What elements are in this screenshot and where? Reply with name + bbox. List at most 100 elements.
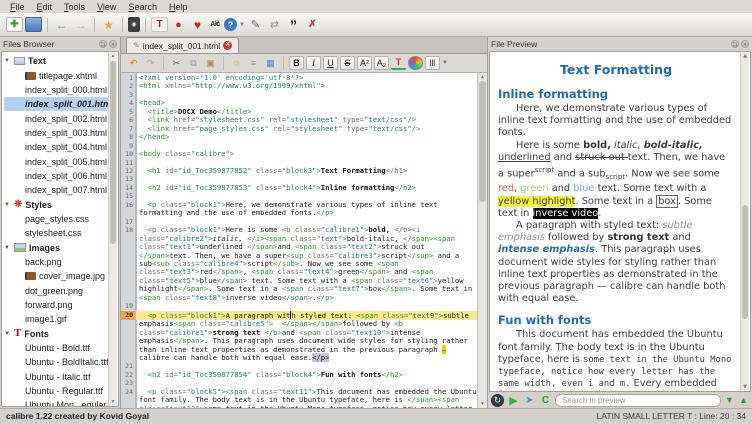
superscript-icon[interactable]: A² bbox=[357, 56, 372, 70]
file-item-stylesheet-css[interactable]: stylesheet.css bbox=[4, 226, 108, 240]
line-number: 3 bbox=[121, 91, 136, 99]
device-icon[interactable]: ◉ bbox=[128, 17, 140, 32]
donate-icon[interactable]: ♥ bbox=[189, 17, 206, 32]
scroll-up-icon[interactable]: ▲ bbox=[109, 53, 117, 59]
section-styles[interactable]: ▼❋Styles bbox=[4, 197, 108, 211]
redo-icon[interactable]: → bbox=[72, 17, 89, 32]
file-item-ubuntu-mon-egular-ttf[interactable]: Ubuntu Mon...egular.ttf bbox=[4, 398, 108, 407]
cut-icon[interactable]: ✂ bbox=[169, 56, 184, 70]
section-fonts[interactable]: ▼TFonts bbox=[4, 327, 108, 341]
dropdown-caret-icon[interactable]: ▼ bbox=[239, 22, 245, 28]
find-previous-icon[interactable]: ▲ bbox=[738, 394, 749, 407]
check-book-icon[interactable]: ● bbox=[170, 17, 187, 32]
file-item-ubuntu-regular-ttf[interactable]: Ubuntu - Regular.ttf bbox=[4, 384, 108, 398]
file-item-back-png[interactable]: back.png bbox=[4, 255, 108, 269]
line-number bbox=[121, 320, 136, 362]
code-text: <h2 id="id_Toc359877853" class="block4">… bbox=[136, 184, 478, 192]
menu-view[interactable]: View bbox=[91, 2, 122, 12]
background-color-icon[interactable] bbox=[408, 56, 423, 70]
file-item-index-split-005-html[interactable]: index_split_005.html bbox=[4, 154, 108, 168]
file-item-cover-image-jpg[interactable]: cover_image.jpg bbox=[4, 269, 108, 283]
file-item-ubuntu-bold-ttf[interactable]: Ubuntu - Bold.ttf bbox=[4, 341, 108, 355]
file-item-dot-green-png[interactable]: dot_green.png bbox=[4, 284, 108, 298]
insert-image-icon[interactable]: ▦ bbox=[263, 56, 278, 70]
section-images[interactable]: ▼Images bbox=[4, 240, 108, 254]
compare-icon[interactable]: ⇄ bbox=[266, 17, 283, 32]
file-item-index-split-003-html[interactable]: index_split_003.html bbox=[4, 126, 108, 140]
paste-icon[interactable]: ▣ bbox=[203, 56, 218, 70]
section-text[interactable]: ▼Text bbox=[4, 54, 108, 68]
special-char-icon[interactable]: ☺ bbox=[229, 56, 244, 70]
run-preview-icon[interactable]: ▶ bbox=[507, 394, 520, 407]
underline-icon[interactable]: U bbox=[323, 56, 338, 70]
file-item-image1-gif[interactable]: image1.gif bbox=[4, 312, 108, 326]
menu-file[interactable]: File bbox=[4, 2, 31, 12]
preview-paragraph: Here, we demonstrate various types of in… bbox=[498, 103, 734, 140]
file-item-titlepage-xhtml[interactable]: titlepage.xhtml bbox=[4, 68, 108, 82]
dropdown-caret-icon[interactable]: ▼ bbox=[442, 60, 448, 66]
collapse-triangle-icon[interactable]: ▼ bbox=[4, 245, 11, 251]
collapse-triangle-icon[interactable]: ▼ bbox=[4, 202, 11, 208]
insert-tag-icon[interactable]: ≡ bbox=[246, 56, 261, 70]
collapse-triangle-icon[interactable]: ▼ bbox=[4, 58, 11, 64]
refresh-preview-icon[interactable]: ↻ bbox=[491, 394, 504, 407]
code-line: emphasis<span class="calibre5"> </span><… bbox=[121, 320, 478, 362]
find-next-icon[interactable]: ▼ bbox=[724, 394, 735, 407]
scroll-down-icon[interactable]: ▼ bbox=[109, 399, 117, 405]
close-panel-icon[interactable]: ✕ bbox=[741, 40, 749, 48]
spellcheck-icon[interactable]: Ałč bbox=[208, 17, 222, 32]
text-color-icon[interactable]: T bbox=[391, 56, 406, 70]
file-item-page-styles-css[interactable]: page_styles.css bbox=[4, 212, 108, 226]
undo-edit-icon[interactable]: ↶ bbox=[126, 56, 141, 70]
change-case-icon[interactable]: Ⅲ bbox=[425, 56, 440, 70]
scroll-down-icon[interactable]: ▼ bbox=[478, 400, 487, 408]
subscript-icon[interactable]: A₂ bbox=[374, 56, 389, 70]
file-item-ubuntu-italic-ttf[interactable]: Ubuntu - Italic.ttf bbox=[4, 370, 108, 384]
collapse-triangle-icon[interactable]: ▼ bbox=[4, 331, 11, 337]
file-item-index-split-001-html[interactable]: index_split_001.html bbox=[4, 97, 108, 111]
remove-unused-css-icon[interactable]: ✗ bbox=[304, 17, 321, 32]
reload-preview-icon[interactable]: C bbox=[539, 394, 552, 407]
embed-fonts-icon[interactable]: T bbox=[151, 17, 168, 32]
tab-index-split-001[interactable]: ✎ index_split_001.html ✕ bbox=[126, 37, 239, 53]
fix-html-icon[interactable]: ★ bbox=[100, 17, 117, 32]
sync-preview-icon[interactable]: ➤ bbox=[523, 394, 536, 407]
undo-icon[interactable]: ← bbox=[53, 17, 70, 32]
file-item-index-split-006-html[interactable]: index_split_006.html bbox=[4, 169, 108, 183]
close-panel-icon[interactable]: ✕ bbox=[109, 40, 117, 48]
redo-edit-icon[interactable]: ↷ bbox=[143, 56, 158, 70]
preview-content: Text FormattingInline formattingHere, we… bbox=[489, 51, 751, 392]
preview-search-input[interactable] bbox=[555, 394, 721, 407]
menu-search[interactable]: Search bbox=[122, 2, 163, 12]
float-panel-icon[interactable]: ❏ bbox=[731, 40, 739, 48]
smarten-punctuation-icon[interactable]: ” bbox=[285, 17, 302, 32]
new-file-icon[interactable]: ✚ bbox=[6, 17, 23, 32]
float-panel-icon[interactable]: ❏ bbox=[99, 40, 107, 48]
editor-scrollbar[interactable]: ▲ ▼ bbox=[477, 73, 487, 408]
toolbar-separator bbox=[122, 18, 123, 32]
bold-icon[interactable]: B bbox=[289, 56, 304, 70]
file-item-index-split-000-html[interactable]: index_split_000.html bbox=[4, 83, 108, 97]
code-editor[interactable]: 1<?xml version='1.0' encoding='utf-8'?>2… bbox=[121, 73, 487, 408]
help-icon[interactable]: ? bbox=[224, 18, 237, 31]
scroll-up-icon[interactable]: ▲ bbox=[741, 53, 749, 59]
preview-scrollbar[interactable]: ▲ ▼ bbox=[740, 53, 749, 390]
file-item-index-split-002-html[interactable]: index_split_002.html bbox=[4, 111, 108, 125]
files-scrollbar[interactable]: ▲ ▼ bbox=[108, 53, 117, 405]
menu-tools[interactable]: Tools bbox=[58, 2, 91, 12]
menu-edit[interactable]: Edit bbox=[31, 2, 59, 12]
file-item-forward-png[interactable]: forward.png bbox=[4, 298, 108, 312]
file-item-ubuntu-bolditalic-ttf[interactable]: Ubuntu - BoldItalic.ttf bbox=[4, 355, 108, 369]
beautify-files-icon[interactable]: ✎ bbox=[247, 17, 264, 32]
file-item-index-split-007-html[interactable]: index_split_007.html bbox=[4, 183, 108, 197]
strikethrough-icon[interactable]: S bbox=[340, 56, 355, 70]
close-tab-icon[interactable]: ✕ bbox=[223, 41, 232, 50]
save-book-icon[interactable] bbox=[25, 17, 42, 32]
scroll-down-icon[interactable]: ▼ bbox=[741, 384, 749, 390]
code-text: <p class="block1">Here is some <b class=… bbox=[136, 226, 478, 302]
file-item-index-split-004-html[interactable]: index_split_004.html bbox=[4, 140, 108, 154]
menu-help[interactable]: Help bbox=[163, 2, 194, 12]
italic-icon[interactable]: I bbox=[306, 56, 321, 70]
copy-icon[interactable]: ⧉ bbox=[186, 56, 201, 70]
book-icon bbox=[25, 72, 36, 80]
